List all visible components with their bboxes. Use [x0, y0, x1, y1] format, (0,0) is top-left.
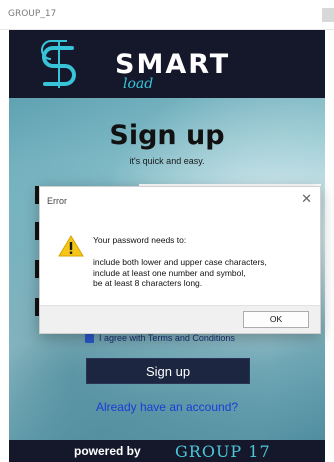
terms-label: I agree with Terms and Conditions [99, 333, 235, 343]
dialog-rule: include both lower and upper case charac… [93, 257, 267, 267]
ok-button[interactable]: OK [243, 311, 309, 328]
error-dialog: Error ✕ Your password needs to: include … [39, 186, 321, 334]
signup-button[interactable]: Sign up [86, 358, 250, 384]
brand-subtitle: load [123, 76, 154, 92]
dialog-title: Error [47, 196, 67, 206]
window-control-button[interactable] [322, 8, 334, 22]
window-titlebar: GROUP_17 [0, 0, 334, 30]
dialog-rule: be at least 8 characters long. [93, 278, 203, 288]
page-title: Sign up [109, 120, 225, 151]
window-title: GROUP_17 [8, 9, 57, 19]
dialog-message-title: Your password needs to: [93, 235, 187, 245]
dialog-button-bar: OK [40, 305, 320, 333]
app-header: SMART load [9, 30, 325, 98]
warning-icon [58, 235, 84, 257]
close-icon[interactable]: ✕ [301, 192, 312, 207]
dialog-rule: include at least one number and symbol, [93, 267, 246, 278]
terms-checkbox[interactable] [85, 334, 94, 343]
login-link[interactable]: Already have an accound? [9, 400, 325, 414]
powered-by-label: powered by [74, 444, 141, 458]
page-subtitle: it's quick and easy. [129, 156, 205, 166]
logo-icon [41, 40, 76, 88]
app-footer: powered by GROUP 17 [9, 440, 325, 462]
dialog-message-body: include both lower and upper case charac… [93, 257, 267, 289]
group-name: GROUP 17 [175, 442, 271, 461]
